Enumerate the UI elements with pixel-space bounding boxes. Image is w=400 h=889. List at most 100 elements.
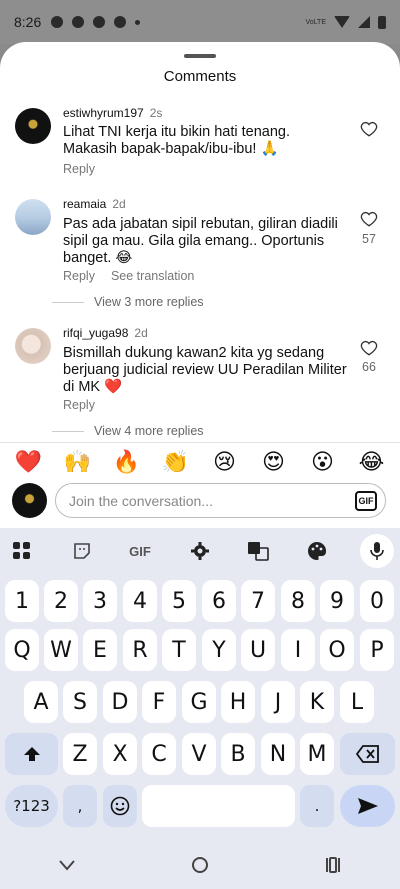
translate-icon[interactable] (241, 534, 275, 568)
key-y[interactable]: Y (202, 629, 236, 671)
comment-text: Pas ada jabatan sipil rebutan, giliran d… (63, 216, 338, 266)
comment-username[interactable]: estiwhyrum197 (63, 106, 144, 120)
backspace-key[interactable] (340, 733, 395, 775)
more-notifications-icon (135, 19, 141, 25)
key-z[interactable]: Z (63, 733, 97, 775)
comment-actions: Reply (63, 398, 95, 412)
key-h[interactable]: H (221, 681, 255, 723)
gif-keyboard-button[interactable]: GIF (123, 534, 157, 568)
heart-outline-icon[interactable] (360, 120, 378, 138)
key-4[interactable]: 4 (123, 580, 157, 622)
emoji-surprised[interactable]: 😮 (307, 450, 339, 475)
key-j[interactable]: J (261, 681, 295, 723)
see-translation-link[interactable]: See translation (111, 269, 194, 283)
heart-outline-icon[interactable] (360, 210, 378, 228)
key-e[interactable]: E (83, 629, 117, 671)
send-key[interactable] (340, 785, 395, 827)
emoji-icon (110, 796, 130, 816)
chat-notification-icon (51, 16, 64, 28)
gear-icon[interactable] (183, 534, 217, 568)
key-k[interactable]: K (300, 681, 334, 723)
key-f[interactable]: F (142, 681, 176, 723)
comment-header: rifqi_yuga98 2d (63, 326, 148, 340)
key-b[interactable]: B (221, 733, 255, 775)
key-l[interactable]: L (340, 681, 374, 723)
key-7[interactable]: 7 (241, 580, 275, 622)
key-1[interactable]: 1 (5, 580, 39, 622)
emoji-heart[interactable]: ❤️ (13, 450, 45, 475)
my-avatar (12, 483, 47, 518)
key-v[interactable]: V (182, 733, 216, 775)
key-s[interactable]: S (63, 681, 97, 723)
avatar[interactable] (15, 108, 51, 144)
key-t[interactable]: T (162, 629, 196, 671)
avatar[interactable] (15, 328, 51, 364)
emoji-heart-eyes[interactable]: 😍 (258, 450, 290, 475)
key-9[interactable]: 9 (320, 580, 354, 622)
view-replies-label: View 3 more replies (94, 295, 204, 309)
view-replies-button[interactable]: View 3 more replies (52, 295, 204, 309)
send-arrow-icon (357, 798, 378, 814)
grid-icon[interactable] (5, 534, 39, 568)
notification-icons (51, 16, 141, 28)
emoji-key[interactable] (103, 785, 137, 827)
key-o[interactable]: O (320, 629, 354, 671)
comma-key[interactable]: , (63, 785, 97, 827)
key-8[interactable]: 8 (281, 580, 315, 622)
emoji-laughing[interactable]: 😂 (356, 450, 388, 475)
keyboard: GIF 1 2 3 4 5 6 7 8 9 0 Q W E R T Y U I (0, 528, 400, 840)
reply-button[interactable]: Reply (63, 162, 95, 176)
avatar[interactable] (15, 199, 51, 235)
reply-button[interactable]: Reply (63, 269, 95, 283)
like-count: 57 (362, 232, 376, 246)
key-p[interactable]: P (360, 629, 394, 671)
key-a[interactable]: A (24, 681, 58, 723)
emoji-raised-hands[interactable]: 🙌 (62, 450, 94, 475)
key-2[interactable]: 2 (44, 580, 78, 622)
emoji-clap[interactable]: 👏 (160, 450, 192, 475)
drag-handle[interactable] (184, 54, 216, 58)
gif-button[interactable]: GIF (355, 491, 377, 511)
key-i[interactable]: I (281, 629, 315, 671)
comment-username[interactable]: rifqi_yuga98 (63, 326, 128, 340)
key-q[interactable]: Q (5, 629, 39, 671)
key-w[interactable]: W (44, 629, 78, 671)
shift-icon (23, 747, 40, 761)
emoji-crying[interactable]: 😢 (209, 450, 241, 475)
comment-time: 2d (134, 326, 148, 340)
view-replies-button[interactable]: View 4 more replies (52, 424, 204, 438)
nav-recents-icon[interactable] (324, 856, 342, 873)
emoji-fire[interactable]: 🔥 (111, 450, 143, 475)
key-r[interactable]: R (123, 629, 157, 671)
comment-input[interactable]: Join the conversation... GIF (55, 483, 386, 518)
reply-button[interactable]: Reply (63, 398, 95, 412)
key-5[interactable]: 5 (162, 580, 196, 622)
palette-icon[interactable] (300, 534, 334, 568)
key-c[interactable]: C (142, 733, 176, 775)
system-nav-bar (0, 840, 400, 889)
space-key[interactable] (142, 785, 295, 827)
key-3[interactable]: 3 (83, 580, 117, 622)
emoji-quick-bar: ❤️ 🙌 🔥 👏 😢 😍 😮 😂 (0, 442, 400, 482)
comment-time: 2d (112, 197, 126, 211)
key-x[interactable]: X (103, 733, 137, 775)
key-d[interactable]: D (103, 681, 137, 723)
sticker-icon[interactable] (65, 534, 99, 568)
key-u[interactable]: U (241, 629, 275, 671)
nav-back-icon[interactable] (58, 859, 76, 871)
status-bar: 8:26 VoLTE (0, 0, 400, 44)
heart-outline-icon[interactable] (360, 339, 378, 357)
key-g[interactable]: G (182, 681, 216, 723)
key-m[interactable]: M (300, 733, 334, 775)
shift-key[interactable] (5, 733, 58, 775)
microphone-icon[interactable] (360, 534, 394, 568)
key-6[interactable]: 6 (202, 580, 236, 622)
comment-input-placeholder: Join the conversation... (69, 492, 213, 509)
key-n[interactable]: N (261, 733, 295, 775)
period-key[interactable]: . (300, 785, 334, 827)
comment-username[interactable]: reamaia (63, 197, 106, 211)
symbols-key[interactable]: ?123 (5, 785, 58, 827)
nav-home-icon[interactable] (191, 856, 209, 874)
key-0[interactable]: 0 (360, 580, 394, 622)
replies-divider (52, 430, 84, 432)
